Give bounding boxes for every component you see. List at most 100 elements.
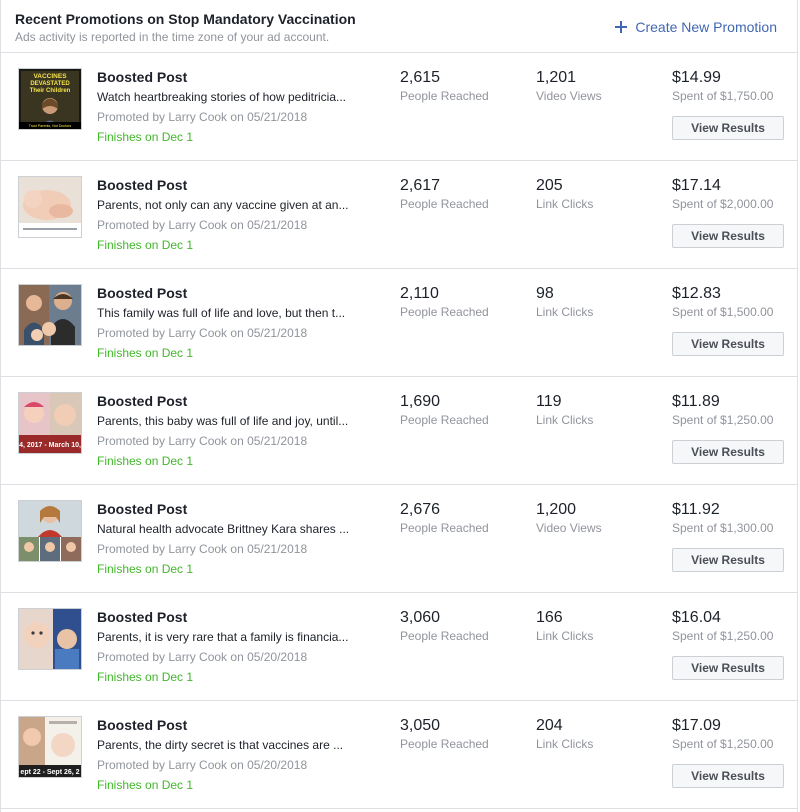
post-thumbnail[interactable]: VACCINES DEVASTATED Their Children Trust… bbox=[18, 68, 82, 130]
promotion-row: 4, 2017 - March 10, Boosted Post Parents… bbox=[1, 377, 797, 485]
result-value: 98 bbox=[536, 285, 554, 302]
amount-spent: $17.14 bbox=[672, 177, 721, 194]
people-reached-value: 2,615 bbox=[400, 69, 441, 86]
panel-header: Recent Promotions on Stop Mandatory Vacc… bbox=[1, 0, 797, 53]
promotion-row: Boosted Post Parents, not only can any v… bbox=[1, 161, 797, 269]
post-type: Boosted Post bbox=[97, 393, 188, 409]
view-results-button[interactable]: View Results bbox=[672, 116, 784, 140]
post-text[interactable]: Parents, the dirty secret is that vaccin… bbox=[97, 738, 365, 752]
post-thumbnail[interactable] bbox=[18, 608, 82, 670]
post-thumbnail[interactable]: ept 22 - Sept 26, 2 bbox=[18, 716, 82, 778]
finish-date: Finishes on Dec 1 bbox=[97, 346, 194, 360]
people-reached-label: People Reached bbox=[400, 89, 489, 103]
thumbnail-caption: ept 22 - Sept 26, 2 bbox=[20, 769, 79, 776]
budget-label: Spent of $1,250.00 bbox=[672, 413, 774, 427]
promotion-row: ept 22 - Sept 26, 2 Boosted Post Parents… bbox=[1, 701, 797, 809]
people-reached-value: 3,060 bbox=[400, 609, 441, 626]
post-type: Boosted Post bbox=[97, 609, 188, 625]
result-label: Link Clicks bbox=[536, 197, 594, 211]
post-text[interactable]: Parents, it is very rare that a family i… bbox=[97, 630, 365, 644]
budget-label: Spent of $2,000.00 bbox=[672, 197, 774, 211]
post-text[interactable]: Parents, this baby was full of life and … bbox=[97, 414, 365, 428]
result-value: 205 bbox=[536, 177, 563, 194]
post-thumbnail[interactable] bbox=[18, 500, 82, 562]
promoted-by: Promoted by Larry Cook on 05/21/2018 bbox=[97, 434, 308, 448]
panel-title: Recent Promotions on Stop Mandatory Vacc… bbox=[15, 11, 356, 27]
thumbnail-caption: Their Children bbox=[30, 88, 71, 94]
view-results-button[interactable]: View Results bbox=[672, 332, 784, 356]
result-value: 166 bbox=[536, 609, 563, 626]
promotion-row: Boosted Post This family was full of lif… bbox=[1, 269, 797, 377]
people-reached-label: People Reached bbox=[400, 305, 489, 319]
post-type: Boosted Post bbox=[97, 177, 188, 193]
promoted-by: Promoted by Larry Cook on 05/21/2018 bbox=[97, 110, 308, 124]
people-reached-value: 2,617 bbox=[400, 177, 441, 194]
promoted-by: Promoted by Larry Cook on 05/20/2018 bbox=[97, 650, 308, 664]
view-results-button[interactable]: View Results bbox=[672, 440, 784, 464]
people-reached-label: People Reached bbox=[400, 629, 489, 643]
amount-spent: $12.83 bbox=[672, 285, 721, 302]
result-label: Video Views bbox=[536, 521, 602, 535]
people-reached-label: People Reached bbox=[400, 413, 489, 427]
post-text[interactable]: This family was full of life and love, b… bbox=[97, 306, 365, 320]
result-value: 1,201 bbox=[536, 69, 577, 86]
finish-date: Finishes on Dec 1 bbox=[97, 238, 194, 252]
view-results-button[interactable]: View Results bbox=[672, 548, 784, 572]
amount-spent: $16.04 bbox=[672, 609, 721, 626]
finish-date: Finishes on Dec 1 bbox=[97, 778, 194, 792]
promotion-row: Boosted Post Natural health advocate Bri… bbox=[1, 485, 797, 593]
post-thumbnail[interactable] bbox=[18, 284, 82, 346]
view-results-button[interactable]: View Results bbox=[672, 764, 784, 788]
people-reached-value: 2,110 bbox=[400, 285, 439, 302]
panel-subtitle: Ads activity is reported in the time zon… bbox=[15, 30, 330, 44]
result-label: Link Clicks bbox=[536, 305, 594, 319]
amount-spent: $17.09 bbox=[672, 717, 721, 734]
thumbnail-caption: 4, 2017 - March 10, bbox=[19, 442, 81, 449]
people-reached-label: People Reached bbox=[400, 521, 489, 535]
thumbnail-caption: DEVASTATED bbox=[30, 81, 70, 87]
budget-label: Spent of $1,250.00 bbox=[672, 737, 774, 751]
result-label: Link Clicks bbox=[536, 413, 594, 427]
promotion-row: VACCINES DEVASTATED Their Children Trust… bbox=[1, 53, 797, 161]
recent-promotions-panel: Recent Promotions on Stop Mandatory Vacc… bbox=[0, 0, 798, 812]
view-results-button[interactable]: View Results bbox=[672, 224, 784, 248]
result-label: Link Clicks bbox=[536, 629, 594, 643]
post-text[interactable]: Watch heartbreaking stories of how pedit… bbox=[97, 90, 365, 104]
finish-date: Finishes on Dec 1 bbox=[97, 454, 194, 468]
amount-spent: $11.89 bbox=[672, 393, 720, 410]
finish-date: Finishes on Dec 1 bbox=[97, 670, 194, 684]
people-reached-value: 2,676 bbox=[400, 501, 441, 518]
people-reached-label: People Reached bbox=[400, 197, 489, 211]
budget-label: Spent of $1,750.00 bbox=[672, 89, 774, 103]
post-type: Boosted Post bbox=[97, 717, 188, 733]
create-new-promotion-label: Create New Promotion bbox=[635, 19, 777, 35]
post-thumbnail[interactable]: 4, 2017 - March 10, bbox=[18, 392, 82, 454]
amount-spent: $11.92 bbox=[672, 501, 720, 518]
promoted-by: Promoted by Larry Cook on 05/20/2018 bbox=[97, 758, 308, 772]
post-type: Boosted Post bbox=[97, 69, 188, 85]
finish-date: Finishes on Dec 1 bbox=[97, 562, 194, 576]
promotion-row: Boosted Post Parents, it is very rare th… bbox=[1, 593, 797, 701]
promoted-by: Promoted by Larry Cook on 05/21/2018 bbox=[97, 326, 308, 340]
budget-label: Spent of $1,300.00 bbox=[672, 521, 774, 535]
budget-label: Spent of $1,250.00 bbox=[672, 629, 774, 643]
thumbnail-caption: Trust Parents, Not Doctors bbox=[29, 124, 72, 128]
result-value: 204 bbox=[536, 717, 563, 734]
people-reached-label: People Reached bbox=[400, 737, 489, 751]
result-value: 119 bbox=[536, 393, 562, 410]
view-results-button[interactable]: View Results bbox=[672, 656, 784, 680]
plus-icon bbox=[615, 21, 628, 33]
result-value: 1,200 bbox=[536, 501, 577, 518]
promoted-by: Promoted by Larry Cook on 05/21/2018 bbox=[97, 542, 308, 556]
people-reached-value: 3,050 bbox=[400, 717, 441, 734]
post-text[interactable]: Parents, not only can any vaccine given … bbox=[97, 198, 365, 212]
post-type: Boosted Post bbox=[97, 501, 188, 517]
create-new-promotion-button[interactable]: Create New Promotion bbox=[615, 19, 777, 35]
thumbnail-caption: VACCINES bbox=[33, 73, 67, 80]
post-type: Boosted Post bbox=[97, 285, 188, 301]
post-thumbnail[interactable] bbox=[18, 176, 82, 238]
result-label: Video Views bbox=[536, 89, 602, 103]
promoted-by: Promoted by Larry Cook on 05/21/2018 bbox=[97, 218, 308, 232]
post-text[interactable]: Natural health advocate Brittney Kara sh… bbox=[97, 522, 365, 536]
amount-spent: $14.99 bbox=[672, 69, 721, 86]
